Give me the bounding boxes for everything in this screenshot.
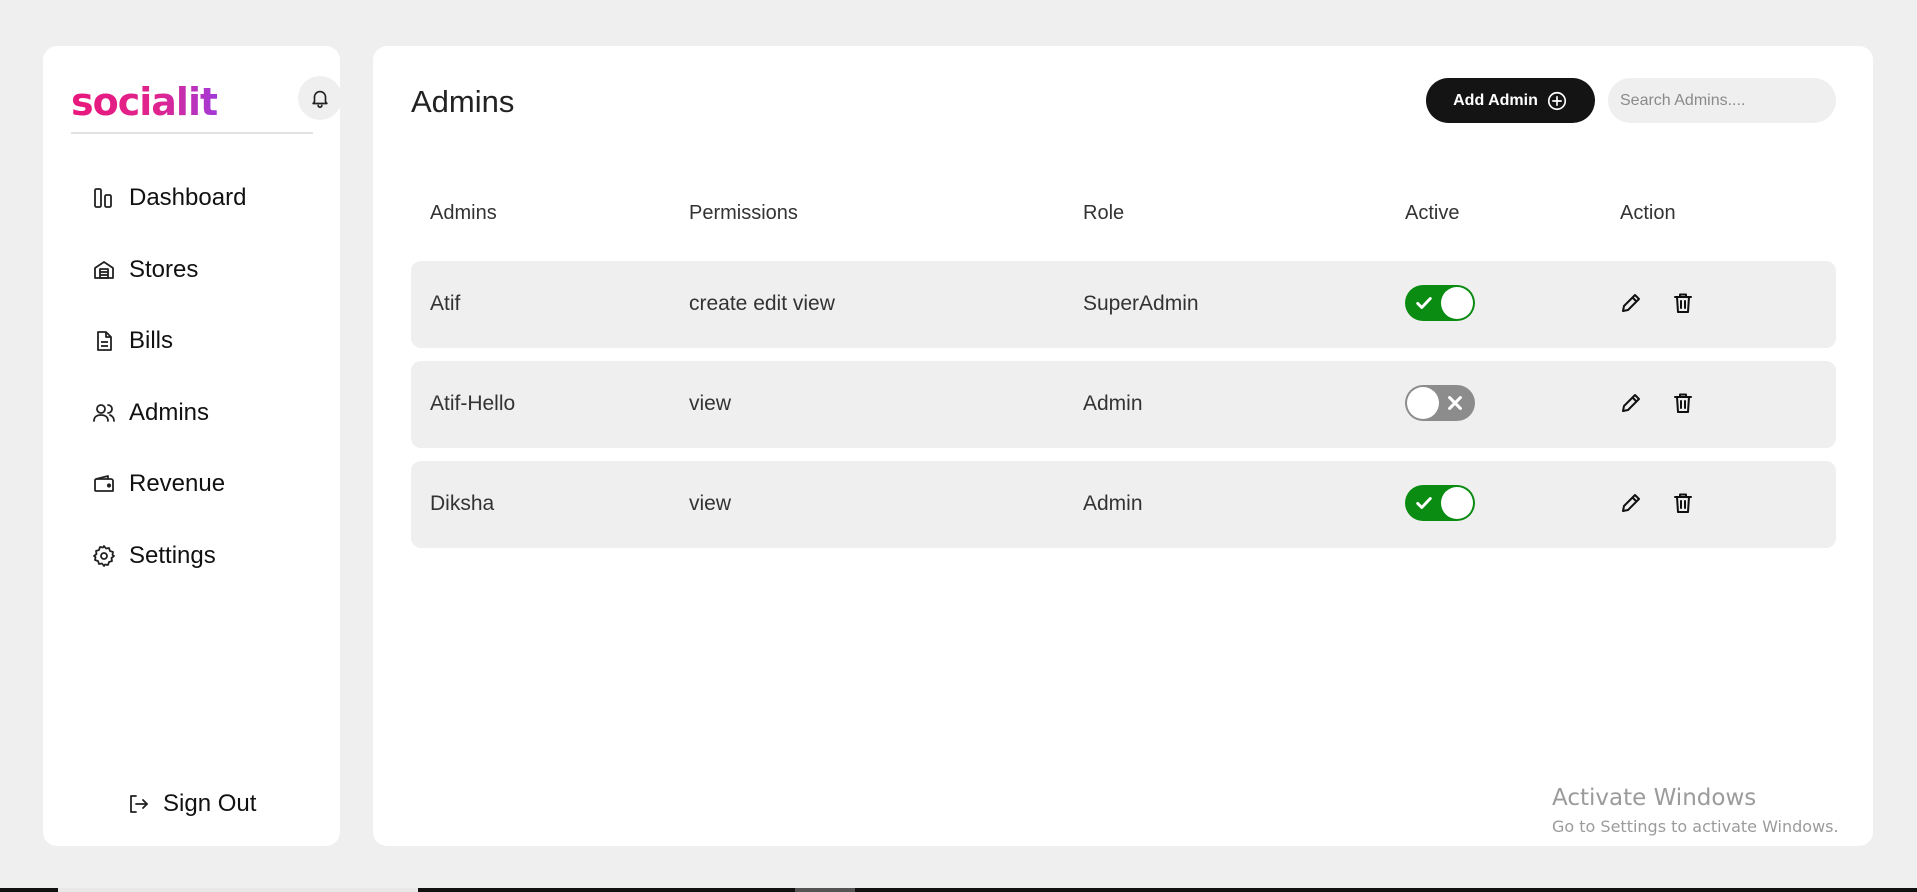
edit-button[interactable] <box>1616 488 1646 518</box>
table-row: Atif-Hello view Admin <box>411 361 1836 448</box>
sidebar-item-bills[interactable]: Bills <box>91 323 246 359</box>
sidebar-item-dashboard[interactable]: Dashboard <box>91 180 246 216</box>
sidebar: socialit Dashboard Stores Bills Admins R… <box>43 46 342 846</box>
admins-table-body: Atif create edit view SuperAdmin Atif-He… <box>411 261 1836 561</box>
admin-name: Atif-Hello <box>430 392 516 415</box>
pencil-icon <box>1622 294 1640 312</box>
sidebar-item-label: Settings <box>129 541 216 569</box>
taskbar-strip <box>0 888 1917 892</box>
search-admins-input[interactable] <box>1608 78 1836 123</box>
sidebar-item-label: Bills <box>129 327 174 355</box>
column-header-permissions: Permissions <box>689 202 798 224</box>
check-icon <box>1416 297 1432 309</box>
toggle-knob <box>1441 287 1473 319</box>
delete-button[interactable] <box>1668 388 1698 418</box>
users-icon <box>91 400 117 426</box>
x-icon <box>1448 396 1462 410</box>
admin-name: Diksha <box>430 492 495 515</box>
trash-icon <box>1674 293 1692 313</box>
sidebar-item-settings[interactable]: Settings <box>91 538 246 574</box>
gear-icon <box>91 543 117 569</box>
column-header-role: Role <box>1083 202 1125 224</box>
admin-role: SuperAdmin <box>1083 292 1199 315</box>
activate-windows-watermark: Activate Windows Go to Settings to activ… <box>1552 785 1839 836</box>
add-admin-button[interactable]: Add Admin <box>1426 78 1595 123</box>
admin-permissions: view <box>689 492 732 515</box>
sign-out-button[interactable]: Sign Out <box>125 790 256 818</box>
app-logo[interactable]: socialit <box>71 80 218 124</box>
table-header: Admins Permissions Role Active Action <box>411 194 1836 234</box>
delete-button[interactable] <box>1668 488 1698 518</box>
column-header-action: Action <box>1620 202 1676 224</box>
check-icon <box>1416 497 1432 509</box>
taskbar-segment <box>795 888 855 892</box>
toggle-knob <box>1407 387 1439 419</box>
watermark-subtitle: Go to Settings to activate Windows. <box>1552 817 1839 836</box>
table-row: Diksha view Admin <box>411 461 1836 548</box>
pencil-icon <box>1622 494 1640 512</box>
watermark-title: Activate Windows <box>1552 785 1757 811</box>
trash-icon <box>1674 393 1692 413</box>
logo-row: socialit <box>71 76 342 134</box>
sign-out-icon <box>125 791 151 817</box>
sidebar-item-label: Revenue <box>129 470 226 498</box>
sidebar-item-revenue[interactable]: Revenue <box>91 466 246 502</box>
sidebar-item-label: Dashboard <box>129 184 247 211</box>
active-toggle[interactable] <box>1405 285 1475 321</box>
admin-permissions: create edit view <box>689 292 835 315</box>
trash-icon <box>1674 493 1692 513</box>
sidebar-item-label: Admins <box>129 398 210 426</box>
sidebar-item-admins[interactable]: Admins <box>91 395 246 431</box>
sign-out-label: Sign Out <box>163 790 257 817</box>
sidebar-item-stores[interactable]: Stores <box>91 252 246 288</box>
taskbar-segment <box>58 888 418 892</box>
wallet-icon <box>91 471 117 497</box>
admin-permissions: view <box>689 392 732 415</box>
add-admin-label: Add Admin <box>1453 91 1538 109</box>
delete-button[interactable] <box>1668 288 1698 318</box>
admin-role: Admin <box>1083 392 1143 415</box>
active-toggle[interactable] <box>1405 385 1475 421</box>
admin-name: Atif <box>430 292 461 315</box>
sidebar-item-label: Stores <box>129 255 199 283</box>
toggle-knob <box>1441 487 1473 519</box>
admin-role: Admin <box>1083 492 1143 515</box>
page-title: Admins <box>411 84 515 119</box>
document-icon <box>91 328 117 354</box>
plus-circle-icon <box>1546 90 1568 112</box>
column-header-active: Active <box>1405 202 1460 224</box>
table-row: Atif create edit view SuperAdmin <box>411 261 1836 348</box>
column-header-admins: Admins <box>430 202 497 224</box>
edit-button[interactable] <box>1616 288 1646 318</box>
active-toggle[interactable] <box>1405 485 1475 521</box>
sidebar-nav: Dashboard Stores Bills Admins Revenue Se… <box>91 180 246 610</box>
dashboard-icon <box>91 185 117 211</box>
bell-icon <box>312 90 328 108</box>
notifications-button[interactable] <box>298 76 342 120</box>
main-panel: Admins Add Admin Admins Permissions Role… <box>373 46 1873 846</box>
store-icon <box>91 257 117 283</box>
pencil-icon <box>1622 394 1640 412</box>
edit-button[interactable] <box>1616 388 1646 418</box>
